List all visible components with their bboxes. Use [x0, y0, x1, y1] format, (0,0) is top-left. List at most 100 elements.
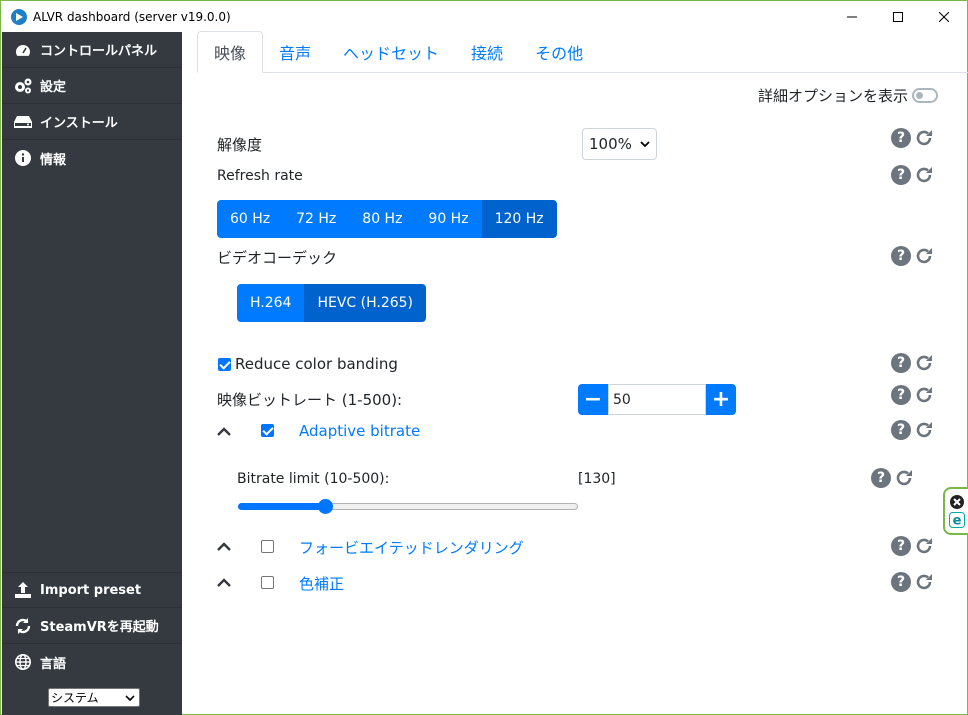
sidebar-item-label: インストール	[40, 116, 118, 131]
help-icon[interactable]: ?	[891, 572, 911, 592]
adaptive-bitrate-actions: ?	[891, 420, 934, 444]
resolution-value: 100%	[589, 135, 632, 153]
help-icon[interactable]: ?	[891, 353, 911, 373]
dashboard-icon	[14, 41, 32, 59]
help-icon[interactable]: ?	[891, 246, 911, 266]
codec-h264[interactable]: H.264	[237, 284, 305, 322]
reset-icon[interactable]	[914, 572, 934, 596]
language-select[interactable]: システム	[48, 688, 140, 707]
reset-icon[interactable]	[894, 468, 914, 492]
extension-e-icon[interactable]: e	[949, 511, 965, 528]
codec-hevc[interactable]: HEVC (H.265)	[304, 284, 427, 322]
sidebar-item-label: 言語	[40, 656, 67, 672]
refresh-rate-80[interactable]: 80 Hz	[349, 200, 416, 238]
advanced-options-row: 詳細オプションを表示	[758, 85, 938, 106]
reset-icon[interactable]	[914, 128, 934, 152]
tab-audio[interactable]: 音声	[263, 31, 327, 72]
increment-button[interactable]: +	[706, 384, 736, 415]
bitrate-limit-slider[interactable]	[238, 498, 578, 514]
close-icon	[939, 11, 949, 22]
title-bar: ALVR dashboard (server v19.0.0)	[1, 1, 967, 32]
sidebar-item-label: コントロールパネル	[40, 44, 158, 59]
reduce-color-banding-checkbox[interactable]	[218, 358, 231, 371]
color-correction-label[interactable]: 色補正	[299, 573, 344, 594]
tab-connection[interactable]: 接続	[455, 31, 519, 72]
sidebar-item-control-panel[interactable]: コントロールパネル	[2, 32, 182, 68]
chevron-down-icon	[125, 694, 135, 701]
tab-video[interactable]: 映像	[197, 31, 264, 73]
hdd-icon	[14, 113, 32, 131]
reduce-color-banding-label: Reduce color banding	[235, 355, 398, 373]
chevron-up-icon[interactable]	[216, 575, 232, 591]
extension-badge: e	[943, 487, 968, 535]
sidebar-item-label: 情報	[40, 152, 67, 168]
chevron-up-icon[interactable]	[216, 539, 232, 555]
sidebar-item-install[interactable]: インストール	[2, 104, 182, 140]
codec-group: H.264 HEVC (H.265)	[237, 284, 427, 322]
refresh-rate-group: 60 Hz 72 Hz 80 Hz 90 Hz 120 Hz	[217, 200, 557, 238]
window-controls	[829, 1, 967, 32]
slider-thumb[interactable]	[317, 499, 333, 514]
sidebar-item-label: 設定	[40, 80, 67, 95]
close-circle-icon[interactable]	[950, 494, 964, 509]
reset-icon[interactable]	[914, 385, 934, 409]
sidebar-item-info[interactable]: 情報	[2, 140, 182, 176]
globe-icon	[14, 653, 32, 671]
bitrate-limit-label: Bitrate limit (10-500):	[237, 471, 390, 487]
adaptive-bitrate-checkbox[interactable]	[261, 424, 274, 437]
reset-icon[interactable]	[914, 246, 934, 270]
tab-other[interactable]: その他	[519, 31, 599, 72]
sidebar-item-label: SteamVRを再起動	[40, 620, 159, 635]
help-icon[interactable]: ?	[891, 536, 911, 556]
sidebar: コントロールパネル 設定 インストール 情報 Import preset Ste…	[2, 32, 182, 715]
bitrate-stepper: − 50 +	[578, 384, 736, 415]
adaptive-bitrate-label[interactable]: Adaptive bitrate	[299, 422, 420, 440]
help-icon[interactable]: ?	[891, 128, 911, 148]
help-icon[interactable]: ?	[871, 468, 891, 488]
close-button[interactable]	[921, 1, 967, 32]
refresh-rate-72[interactable]: 72 Hz	[283, 200, 350, 238]
codec-actions: ?	[891, 246, 934, 270]
refresh-rate-90[interactable]: 90 Hz	[415, 200, 482, 238]
reset-icon[interactable]	[914, 536, 934, 560]
decrement-button[interactable]: −	[578, 384, 608, 415]
alvr-app-icon	[11, 8, 27, 25]
foveated-rendering-checkbox[interactable]	[261, 540, 274, 553]
restart-steamvr-button[interactable]: SteamVRを再起動	[2, 608, 182, 644]
help-icon[interactable]: ?	[891, 420, 911, 440]
bitrate-limit-actions: ?	[871, 468, 914, 492]
reset-icon[interactable]	[914, 353, 934, 377]
minimize-icon	[847, 16, 857, 17]
sidebar-item-settings[interactable]: 設定	[2, 68, 182, 104]
reduce-color-banding-actions: ?	[891, 353, 934, 377]
bitrate-limit-value: [130]	[578, 471, 616, 487]
minimize-button[interactable]	[829, 1, 875, 32]
bitrate-input[interactable]: 50	[608, 384, 706, 415]
reset-icon[interactable]	[914, 165, 934, 189]
main-content: 映像 音声 ヘッドセット 接続 その他 詳細オプションを表示 解像度 100% …	[182, 31, 968, 715]
tab-bar: 映像 音声 ヘッドセット 接続 その他	[197, 31, 968, 73]
help-icon[interactable]: ?	[891, 385, 911, 405]
codec-label: ビデオコーデック	[217, 249, 338, 267]
maximize-icon	[893, 11, 903, 22]
maximize-button[interactable]	[875, 1, 921, 32]
sidebar-item-label: Import preset	[40, 582, 142, 598]
tab-headset[interactable]: ヘッドセット	[327, 31, 455, 72]
refresh-rate-120[interactable]: 120 Hz	[481, 200, 557, 238]
advanced-options-toggle[interactable]	[912, 88, 938, 103]
color-correction-checkbox[interactable]	[261, 576, 274, 589]
reset-icon[interactable]	[914, 420, 934, 444]
refresh-rate-60[interactable]: 60 Hz	[217, 200, 284, 238]
help-icon[interactable]: ?	[891, 165, 911, 185]
advanced-options-label: 詳細オプションを表示	[757, 87, 908, 105]
refresh-rate-actions: ?	[891, 165, 934, 189]
info-icon	[14, 149, 32, 167]
chevron-up-icon[interactable]	[216, 424, 232, 440]
foveated-rendering-label[interactable]: フォービエイテッドレンダリング	[299, 537, 524, 558]
gears-icon	[14, 77, 32, 95]
resolution-select[interactable]: 100%	[582, 128, 657, 160]
svg-text:e: e	[953, 513, 962, 528]
window-title: ALVR dashboard (server v19.0.0)	[33, 9, 231, 24]
import-preset-button[interactable]: Import preset	[2, 572, 182, 608]
resolution-actions: ?	[891, 128, 934, 152]
